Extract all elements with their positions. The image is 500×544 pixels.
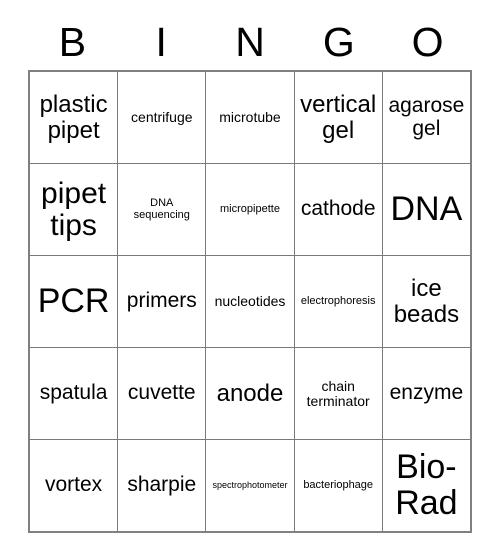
bingo-row: vortex sharpie spectrophotometer bacteri… xyxy=(28,439,472,533)
bingo-cell[interactable]: plastic pipet xyxy=(28,70,119,164)
bingo-cell[interactable]: ice beads xyxy=(381,255,472,348)
header-letter-i: I xyxy=(155,18,167,65)
bingo-cell[interactable]: DNA xyxy=(381,163,472,256)
header-letter-b: B xyxy=(58,18,87,65)
bingo-cell[interactable]: Bio-Rad xyxy=(381,439,472,533)
bingo-cell[interactable]: DNA sequencing xyxy=(117,163,207,256)
header-letter-g: G xyxy=(322,18,355,65)
bingo-cell[interactable]: primers xyxy=(117,255,207,348)
bingo-cell[interactable]: vertical gel xyxy=(293,70,383,164)
bingo-cell[interactable]: bacteriophage xyxy=(293,439,383,533)
bingo-cell[interactable]: cuvette xyxy=(117,347,207,440)
bingo-cell[interactable]: enzyme xyxy=(381,347,472,440)
bingo-row: PCR primers nucleotides electrophoresis … xyxy=(28,255,472,348)
bingo-cell[interactable]: cathode xyxy=(293,163,383,256)
bingo-cell[interactable]: PCR xyxy=(28,255,119,348)
bingo-cell[interactable]: agarose gel xyxy=(381,70,472,164)
bingo-cell[interactable]: electrophoresis xyxy=(293,255,383,348)
bingo-cell[interactable]: anode xyxy=(205,347,295,440)
bingo-cell[interactable]: spatula xyxy=(28,347,119,440)
bingo-cell[interactable]: chain terminator xyxy=(293,347,383,440)
bingo-cell[interactable]: centrifuge xyxy=(117,70,207,164)
bingo-row: plastic pipet centrifuge microtube verti… xyxy=(28,70,472,164)
bingo-cell[interactable]: spectrophotometer xyxy=(205,439,295,533)
bingo-card: B I N G O plastic pipet centrifuge micro… xyxy=(28,14,472,533)
bingo-cell[interactable]: sharpie xyxy=(117,439,207,533)
bingo-cell[interactable]: microtube xyxy=(205,70,295,164)
bingo-cell[interactable]: micropipette xyxy=(205,163,295,256)
header-letter-o: O xyxy=(411,18,444,65)
bingo-row: spatula cuvette anode chain terminator e… xyxy=(28,347,472,440)
bingo-header-row: B I N G O xyxy=(28,14,472,70)
header-letter-n: N xyxy=(235,18,265,65)
bingo-row: pipet tips DNA sequencing micropipette c… xyxy=(28,163,472,256)
bingo-cell[interactable]: vortex xyxy=(28,439,119,533)
bingo-cell[interactable]: pipet tips xyxy=(28,163,119,256)
bingo-cell[interactable]: nucleotides xyxy=(205,255,295,348)
bingo-grid: plastic pipet centrifuge microtube verti… xyxy=(28,70,472,533)
